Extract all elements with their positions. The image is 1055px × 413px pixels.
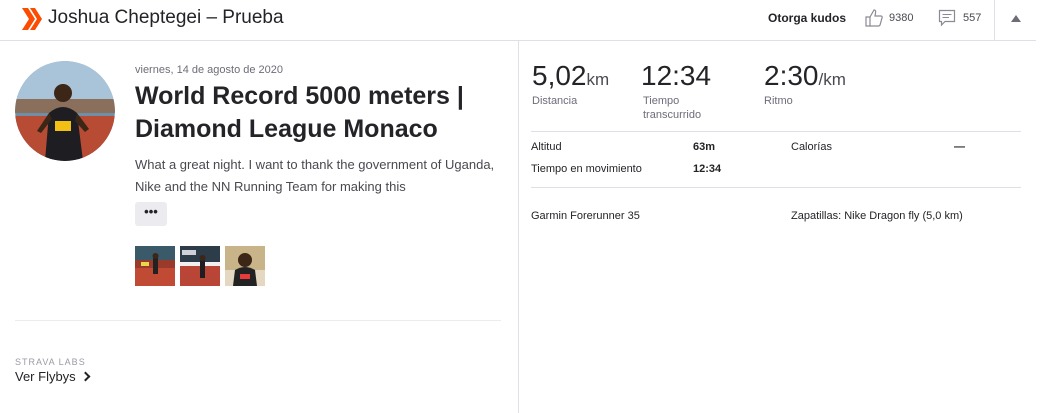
- page-title: Joshua Cheptegei – Prueba: [48, 7, 284, 28]
- give-kudos-label[interactable]: Otorga kudos: [768, 11, 846, 25]
- distance-label: Distancia: [532, 95, 578, 107]
- stats-divider: [531, 131, 1021, 132]
- comments-count[interactable]: 557: [963, 12, 981, 24]
- calories-value: —: [954, 141, 965, 153]
- activity-description: What a great night. I want to thank the …: [135, 157, 495, 194]
- pace-stat: 2:30/km: [764, 60, 846, 91]
- distance-stat: 5,02km: [532, 60, 610, 91]
- chevron-right-icon: [80, 371, 91, 382]
- moving-time-value: 12:34: [693, 163, 722, 175]
- thumbs-up-icon[interactable]: [864, 8, 884, 28]
- strava-labs-label: STRAVA LABS: [15, 357, 86, 367]
- more-button[interactable]: •••: [135, 202, 167, 226]
- activity-photo-1[interactable]: [135, 246, 175, 286]
- comment-icon[interactable]: [938, 9, 956, 27]
- shoes-info: Zapatillas: Nike Dragon fly (5,0 km): [791, 210, 963, 222]
- avatar[interactable]: [15, 61, 115, 161]
- kudos-count[interactable]: 9380: [889, 12, 913, 24]
- activity-date: viernes, 14 de agosto de 2020: [135, 64, 284, 76]
- moving-time-label: Tiempo en movimiento: [531, 163, 642, 175]
- column-divider: [518, 41, 519, 413]
- device-name: Garmin Forerunner 35: [531, 210, 640, 222]
- strava-chevrons-icon[interactable]: [22, 8, 42, 30]
- activity-title: World Record 5000 meters | Diamond Leagu…: [135, 82, 464, 143]
- collapse-button[interactable]: [994, 0, 1037, 40]
- section-divider: [15, 320, 501, 321]
- activity-photo-2[interactable]: [180, 246, 220, 286]
- caret-up-icon: [1011, 15, 1021, 22]
- activity-header: Joshua Cheptegei – Prueba Otorga kudos 9…: [0, 0, 1036, 41]
- calories-label: Calorías: [791, 141, 832, 153]
- view-flybys-link[interactable]: Ver Flybys: [15, 369, 91, 384]
- elapsed-time-stat: 12:34: [641, 60, 712, 91]
- pace-label: Ritmo: [764, 95, 793, 107]
- details-divider: [531, 187, 1021, 188]
- elapsed-time-label: Tiempo transcurrido: [643, 95, 702, 121]
- elevation-label: Altitud: [531, 141, 562, 153]
- activity-photo-3[interactable]: [225, 246, 265, 286]
- elevation-value: 63m: [693, 141, 716, 153]
